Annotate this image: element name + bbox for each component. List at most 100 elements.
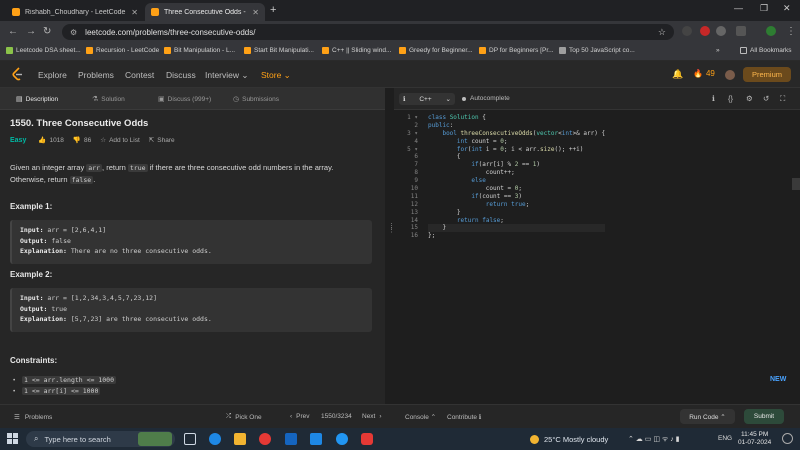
bookmark-item[interactable]: Greedy for Beginner... [399,47,473,54]
autocomplete-label: Autocomplete [470,95,510,102]
close-window-button[interactable]: ✕ [783,3,791,14]
bookmark-icon [479,47,486,54]
bookmark-icon [6,47,13,54]
extension-icon[interactable] [716,26,726,36]
problems-list-button[interactable]: ☰ Problems [14,413,52,422]
all-bookmarks-label: All Bookmarks [750,47,792,54]
autocomplete-toggle[interactable]: Autocomplete [462,95,510,102]
browser-tab-active[interactable]: Three Consecutive Odds - Leet ✕ [145,3,265,21]
nav-explore[interactable]: Explore [38,70,67,80]
bookmark-item[interactable]: Bit Manipulation - L... [164,47,235,54]
all-bookmarks-button[interactable]: All Bookmarks [740,47,792,54]
nav-interview[interactable]: Interview ⌄ [205,70,249,81]
edge-icon[interactable] [209,433,221,445]
browser-tab-strip: Rishabh_Choudhary - LeetCode ✕ Three Con… [0,0,800,21]
user-avatar[interactable] [725,70,735,80]
bookmarks-overflow-button[interactable]: » [716,47,720,54]
settings-icon[interactable]: ⚙ [746,94,753,103]
tab-discuss[interactable]: ▣ Discuss (999+) [158,95,211,104]
add-to-list-label: Add to List [109,136,140,144]
tab-description[interactable]: ▤ Description [16,95,58,104]
leetcode-logo-icon[interactable] [11,67,24,81]
code-line: }; [428,232,436,240]
bookmark-item[interactable]: C++ || Sliding wind... [322,47,391,54]
line-number: 12 [410,200,418,208]
extensions-puzzle-icon[interactable] [736,26,746,36]
close-tab-icon[interactable]: ✕ [131,8,138,17]
panel-resize-handle[interactable]: ⋮ ⋮ [385,88,395,404]
flask-icon: ⚗ [92,96,99,103]
info-icon[interactable]: ℹ [712,94,715,103]
chrome-icon[interactable] [259,433,271,445]
site-info-icon[interactable]: ⚙ [70,28,77,37]
photoshop-icon[interactable] [285,433,297,445]
nav-contest[interactable]: Contest [125,70,154,80]
like-button[interactable]: 👍 1018 [38,136,64,145]
code-line: return true; [485,200,530,208]
nav-problems[interactable]: Problems [78,70,114,80]
taskbar-clock[interactable]: 11:45 PM 01-07-2024 [738,431,771,447]
share-button[interactable]: ⇱ Share [149,136,175,145]
browser-tab[interactable]: Rishabh_Choudhary - LeetCode ✕ [6,3,144,21]
line-number: 16 [410,232,418,240]
notification-center-icon[interactable] [782,433,793,444]
submit-button[interactable]: Submit [744,409,784,424]
youtube-icon[interactable] [361,433,373,445]
windows-start-icon[interactable] [7,433,18,444]
restore-button[interactable]: ❐ [760,3,768,14]
code-area[interactable]: class Solution {public: bool threeConsec… [428,114,606,240]
bookmark-item[interactable]: Recursion - LeetCode [86,47,159,54]
fullscreen-icon[interactable]: ⛶ [780,94,785,104]
tab-submissions[interactable]: ◷ Submissions [233,95,279,104]
next-button[interactable]: Next › [362,413,382,420]
input-language[interactable]: ENG [718,435,732,442]
nav-discuss[interactable]: Discuss [166,70,196,80]
reset-icon[interactable]: ↺ [763,94,769,103]
tab-label: Solution [101,95,125,103]
streak-counter[interactable]: 🔥 49 [693,69,715,78]
forward-arrow-icon[interactable]: → [26,26,36,37]
minimize-button[interactable]: — [734,3,743,13]
close-tab-icon[interactable]: ✕ [252,8,259,17]
profile-avatar[interactable] [766,26,776,36]
system-tray-icons[interactable]: ⌃ ☁ ▭ ◫ ᯤ ♪ ▮ [628,435,680,444]
tab-solution[interactable]: ⚗ Solution [92,95,125,104]
bookmark-item[interactable]: Top 50 JavaScript co... [559,47,635,54]
braces-icon[interactable]: {} [728,94,733,103]
extension-icon[interactable] [682,26,692,36]
address-bar[interactable]: ⚙ leetcode.com/problems/three-consecutiv… [62,24,674,40]
menu-kebab-icon[interactable]: ⋮ [786,26,796,37]
vscode-icon[interactable] [310,433,322,445]
premium-button[interactable]: Premium [743,67,791,82]
side-panel-toggle[interactable] [792,178,800,190]
like-count: 1018 [49,136,64,144]
bookmark-label: Start Bit Manipulati... [254,47,314,54]
line-number: 5 ▾ [407,145,418,153]
add-to-list-button[interactable]: ☆ Add to List [100,136,140,145]
contribute-button[interactable]: Contribute ℹ [447,413,481,421]
bookmark-item[interactable]: Start Bit Manipulati... [244,47,314,54]
output-label: Output: [20,304,48,313]
dislike-button[interactable]: 👎 86 [73,136,91,145]
app-icon[interactable] [336,433,348,445]
task-view-icon[interactable] [184,433,196,445]
notification-bell-icon[interactable]: 🔔 [672,69,683,80]
language-select[interactable]: ℹ C++ ⌄ [399,93,455,105]
new-badge[interactable]: NEW [770,376,786,383]
pick-one-button[interactable]: ⤮ Pick One [226,413,262,421]
browser-toolbar: ← → ↻ ⚙ leetcode.com/problems/three-cons… [0,21,800,43]
reload-icon[interactable]: ↻ [43,26,51,37]
nav-store[interactable]: Store ⌄ [261,70,291,81]
back-arrow-icon[interactable]: ← [8,26,18,37]
bookmark-star-icon[interactable]: ☆ [658,27,666,38]
extension-icon[interactable] [700,26,710,36]
run-code-button[interactable]: Run Code ⌃ [680,409,735,424]
prev-button[interactable]: ‹ Prev [290,413,310,420]
file-explorer-icon[interactable] [234,433,246,445]
new-tab-button[interactable]: + [270,4,276,16]
console-button[interactable]: Console ⌃ [405,413,436,421]
description-tabs: ▤ Description ⚗ Solution ▣ Discuss (999+) ◷… [0,88,385,110]
bookmark-item[interactable]: DP for Beginners [Pr... [479,47,554,54]
weather-widget[interactable]: 25°C Mostly cloudy [530,435,608,444]
bookmark-item[interactable]: Leetcode DSA sheet... [6,47,81,54]
